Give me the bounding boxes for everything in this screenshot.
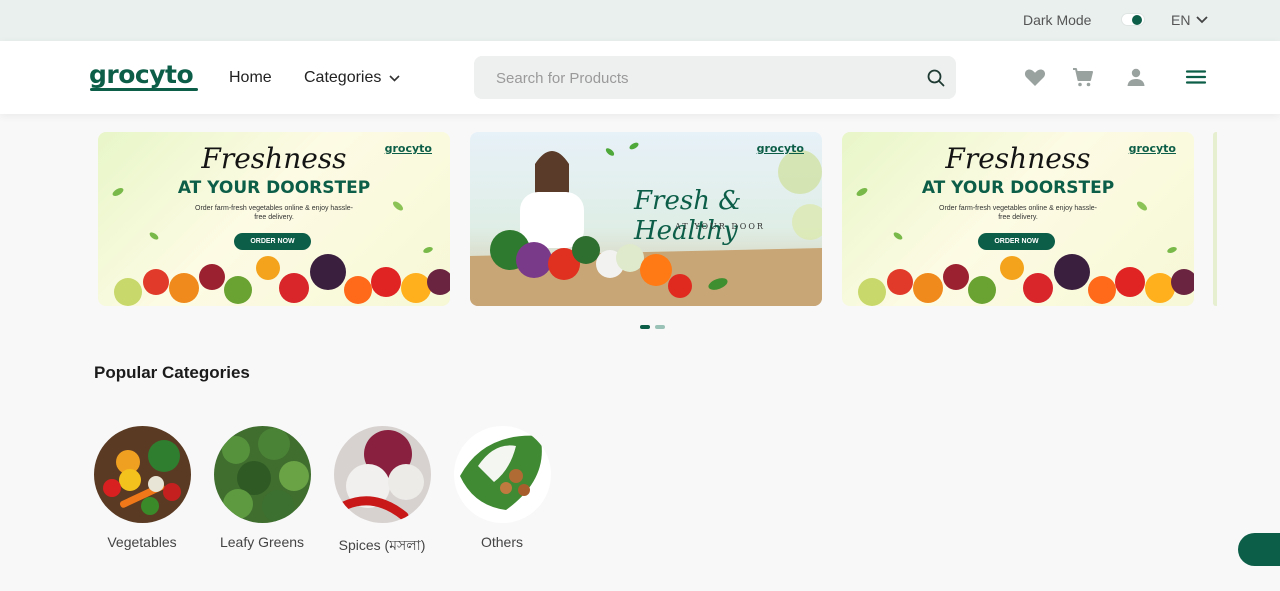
nav-home-link[interactable]: Home <box>229 69 272 87</box>
promo-banner-3[interactable]: grocyto Freshness AT YOUR DOORSTEP Order… <box>842 132 1194 306</box>
banner-subtext: Order farm-fresh vegetables online & enj… <box>939 205 1097 221</box>
banner-script-title: Freshness <box>201 142 347 175</box>
logo-underline <box>90 88 198 91</box>
order-now-button[interactable]: ORDER NOW <box>978 233 1055 250</box>
nav-categories-dropdown[interactable]: Categories <box>304 69 400 87</box>
chevron-down-icon <box>1196 16 1209 24</box>
category-label: Leafy Greens <box>219 534 305 550</box>
nav-categories-label: Categories <box>304 69 382 86</box>
carousel-dot[interactable] <box>655 325 665 329</box>
banner-headline: AT YOUR DOORSTEP <box>921 178 1115 198</box>
chat-button[interactable] <box>1238 533 1280 566</box>
next-banner-peek <box>1213 132 1217 306</box>
carousel-dot-active[interactable] <box>640 325 650 329</box>
banner-script-title: Freshness <box>945 142 1091 175</box>
category-label: Vegetables <box>107 534 177 550</box>
banner-subtext: Order farm-fresh vegetables online & enj… <box>195 205 353 221</box>
search-input[interactable] <box>496 67 906 89</box>
promo-banner-1[interactable]: grocyto Freshness AT YOUR DOORSTEP Order… <box>98 132 450 306</box>
cart-icon[interactable] <box>1071 65 1095 89</box>
category-image <box>454 426 551 523</box>
promo-banner-2[interactable]: grocyto Fresh & Healthy AT YOUR DOOR <box>470 132 822 306</box>
toggle-knob <box>1132 15 1142 25</box>
heart-icon[interactable] <box>1023 65 1047 89</box>
user-icon[interactable] <box>1124 65 1148 89</box>
search-bar <box>474 56 956 99</box>
category-label: Others <box>480 534 523 550</box>
dark-mode-toggle[interactable] <box>1121 13 1145 26</box>
language-label: EN <box>1171 12 1191 28</box>
menu-icon[interactable] <box>1184 65 1208 89</box>
dark-mode-label: Dark Mode <box>1023 12 1092 28</box>
category-image <box>94 426 191 523</box>
category-label: Spices (মসলা) <box>338 537 426 553</box>
main-header: grocyto Home Categories <box>0 41 1280 114</box>
top-bar: Dark Mode EN <box>0 0 1280 41</box>
search-icon[interactable] <box>926 68 946 88</box>
chevron-down-icon <box>389 74 400 82</box>
logo[interactable]: grocyto <box>89 60 194 89</box>
banner-script-title: Fresh & Healthy <box>634 186 742 246</box>
banner-headline: AT YOUR DOORSTEP <box>177 178 371 198</box>
section-title: Popular Categories <box>94 363 250 382</box>
banner-subtext: AT YOUR DOOR <box>675 222 765 231</box>
language-selector[interactable]: EN <box>1171 12 1209 28</box>
banner-brand: grocyto <box>756 142 804 155</box>
category-image <box>334 426 431 523</box>
order-now-button[interactable]: ORDER NOW <box>234 233 311 250</box>
category-image <box>214 426 311 523</box>
